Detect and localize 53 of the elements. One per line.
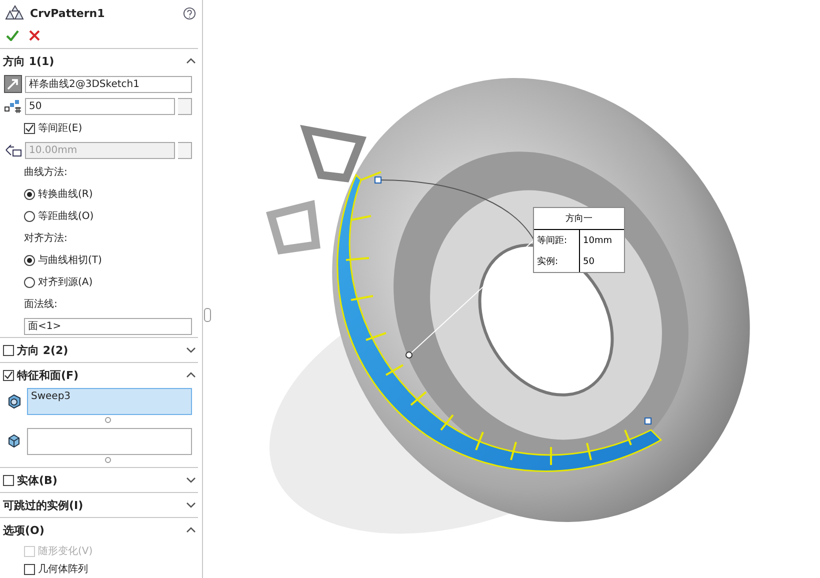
collapse-chevron-icon[interactable] [186,372,196,378]
spacing-dimension-icon [4,143,22,157]
checkbox-label: 随形变化(V) [38,544,93,558]
help-icon[interactable] [183,6,196,20]
checkbox-label: 等间距(E) [38,122,82,135]
instance-count-icon [4,99,22,113]
checkbox[interactable] [24,122,35,134]
curve-direction-icon[interactable] [4,75,22,93]
section-title[interactable]: 方向 1(1) [3,54,183,68]
callout-label: 等间距: [536,234,568,248]
section-title[interactable]: 选项(O) [3,522,183,538]
group-label: 对齐方法: [24,232,68,245]
radio-label: 等距曲线(O) [38,210,94,223]
radio-button[interactable] [24,210,35,222]
radio-label: 对齐到源(A) [38,276,93,289]
group-label: 面法线: [24,298,58,311]
expand-chevron-icon[interactable] [186,502,196,508]
confirm-check-icon[interactable] [6,30,19,40]
faces-list-field[interactable] [27,428,192,454]
cancel-close-icon[interactable] [29,30,40,40]
expand-chevron-icon[interactable] [186,347,196,353]
section-title[interactable]: 可跳过的实例(I) [3,498,183,512]
cube-icon [7,434,21,448]
section-title[interactable]: 实体(B) [17,472,183,488]
checkbox[interactable] [24,564,35,574]
instance-count-field[interactable]: 50 [25,98,175,114]
radio-button[interactable] [24,276,35,288]
callout-title: 方向一 [564,212,594,226]
checkbox[interactable] [3,370,14,380]
feature-title: CrvPattern1 [30,6,106,20]
callout-label: 实例: [536,256,560,269]
radio-label: 与曲线相切(T) [38,254,102,267]
resize-handle[interactable] [105,457,111,463]
group-label: 曲线方法: [24,166,68,179]
callout-value[interactable]: 50 [579,251,624,272]
radio-button[interactable] [24,188,35,200]
pattern-feature-icon [4,5,24,21]
callout-value[interactable]: 10mm [579,230,624,251]
checkbox-label: 几何体阵列 [38,562,88,576]
checkbox[interactable] [3,474,14,486]
collapse-chevron-icon[interactable] [186,527,196,533]
expand-chevron-icon[interactable] [186,477,196,483]
radio-button[interactable] [24,254,35,266]
radio-label: 转换曲线(R) [38,188,93,201]
resize-handle[interactable] [105,417,111,423]
feature-cube-icon [6,394,22,408]
face-normal-field[interactable]: 面<1> [24,318,192,334]
section-title[interactable]: 特征和面(F) [17,368,183,382]
curve-selection-field[interactable]: 样条曲线2@3DSketch1 [25,76,192,92]
section-title[interactable]: 方向 2(2) [17,342,183,358]
features-list-field[interactable]: Sweep3 [27,388,192,414]
collapse-chevron-icon[interactable] [186,58,196,64]
checkbox[interactable] [3,344,14,356]
